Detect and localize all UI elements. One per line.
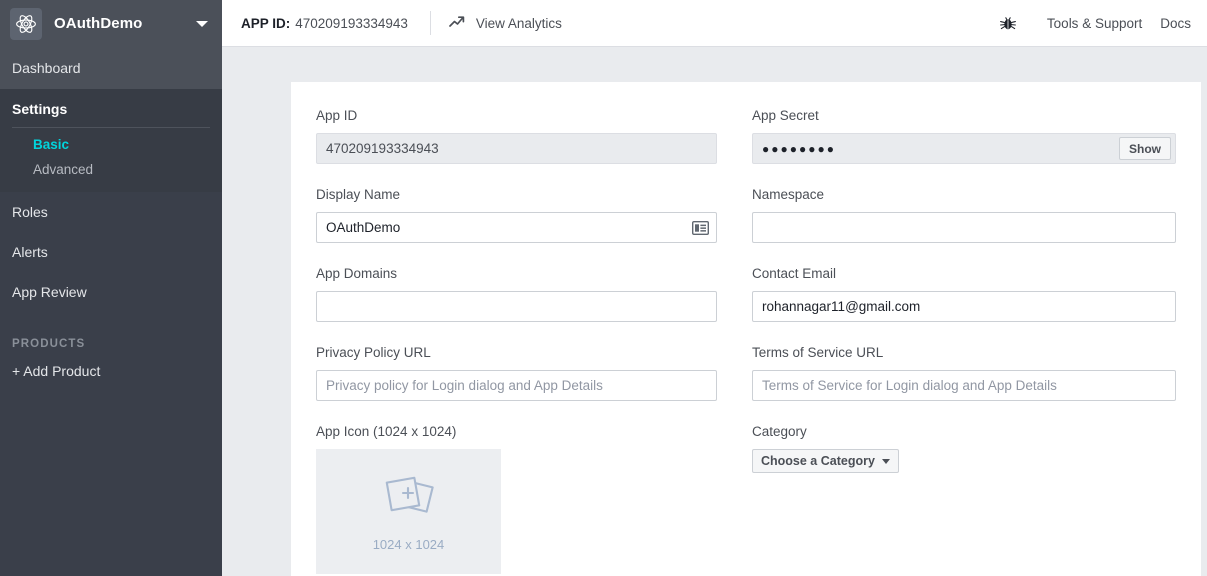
field-label: App Icon (1024 x 1024) — [316, 424, 457, 439]
appid-label: APP ID: — [241, 15, 291, 31]
divider — [12, 127, 210, 128]
content-area: App ID 470209193334943 App Secret ●●●●●●… — [222, 47, 1207, 576]
app-id-value: 470209193334943 — [326, 141, 439, 156]
appid-value: 470209193334943 — [295, 15, 408, 31]
app-secret-input[interactable]: ●●●●●●●● Show — [752, 133, 1176, 164]
sidebar-item-dashboard[interactable]: Dashboard — [0, 47, 222, 89]
field-display-name: Display Name OAuthDemo — [316, 187, 746, 243]
field-label: App Domains — [316, 266, 398, 281]
field-label: App ID — [316, 108, 358, 123]
topbar: APP ID: 470209193334943 View Analytics T… — [222, 0, 1207, 47]
field-contact-email: Contact Email rohannagar11@gmail.com — [746, 266, 1176, 322]
field-app-id: App ID 470209193334943 — [316, 108, 746, 164]
contact-email-input[interactable]: rohannagar11@gmail.com — [752, 291, 1176, 322]
field-terms-of-service-url: Terms of Service URL Terms of Service fo… — [746, 345, 1176, 401]
atom-icon — [10, 7, 42, 40]
docs-link[interactable]: Docs — [1160, 16, 1191, 31]
basic-settings-form: App ID 470209193334943 App Secret ●●●●●●… — [291, 82, 1201, 574]
sidebar-item-alerts[interactable]: Alerts — [0, 232, 222, 272]
field-app-domains: App Domains — [316, 266, 746, 322]
field-label: Privacy Policy URL — [316, 345, 431, 360]
trending-up-icon — [449, 15, 465, 32]
sidebar-item-app-review[interactable]: App Review — [0, 272, 222, 312]
view-analytics-link[interactable]: View Analytics — [449, 15, 562, 32]
bug-icon[interactable] — [999, 14, 1017, 32]
products-section-header: PRODUCTS — [12, 338, 86, 350]
show-secret-button[interactable]: Show — [1119, 137, 1171, 160]
contact-card-icon-svg — [692, 220, 709, 235]
trending-up-icon-svg — [449, 15, 465, 27]
field-label: Display Name — [316, 187, 401, 202]
bug-icon-svg — [1000, 17, 1016, 30]
sidebar-settings-section: Settings Basic Advanced — [0, 89, 222, 192]
field-label: App Secret — [752, 108, 819, 123]
chevron-down-icon — [881, 458, 890, 464]
field-label: Namespace — [752, 187, 825, 202]
sidebar: OAuthDemo Dashboard Settings Basic Advan… — [0, 0, 222, 576]
category-selected-value: Choose a Category — [761, 454, 875, 468]
privacy-policy-input[interactable]: Privacy policy for Login dialog and App … — [316, 370, 717, 401]
contact-card-icon[interactable] — [692, 220, 709, 235]
tools-support-link[interactable]: Tools & Support — [1047, 16, 1142, 31]
app-domains-input[interactable] — [316, 291, 717, 322]
add-photo-icon — [381, 472, 437, 527]
app-id-input[interactable]: 470209193334943 — [316, 133, 717, 164]
app-icon-size-label: 1024 x 1024 — [372, 536, 445, 552]
atom-icon-svg — [16, 14, 36, 33]
terms-of-service-input[interactable]: Terms of Service for Login dialog and Ap… — [752, 370, 1176, 401]
view-analytics-label: View Analytics — [475, 15, 562, 31]
field-app-secret: App Secret ●●●●●●●● Show — [746, 108, 1176, 164]
brand-name: OAuthDemo — [54, 15, 143, 32]
contact-email-value: rohannagar11@gmail.com — [762, 299, 921, 314]
display-name-value: OAuthDemo — [326, 220, 401, 235]
app-icon-upload[interactable]: 1024 x 1024 — [316, 449, 501, 574]
chevron-down-icon[interactable] — [196, 20, 208, 27]
divider — [429, 11, 431, 35]
category-dropdown[interactable]: Choose a Category — [752, 449, 899, 473]
add-product-button[interactable]: + Add Product — [0, 359, 222, 389]
terms-of-service-placeholder: Terms of Service for Login dialog and Ap… — [762, 378, 1057, 393]
field-category: Category Choose a Category — [746, 424, 1176, 574]
app-secret-value: ●●●●●●●● — [762, 141, 836, 156]
namespace-input[interactable] — [752, 212, 1176, 243]
settings-card: App ID 470209193334943 App Secret ●●●●●●… — [291, 82, 1201, 576]
field-label: Category — [752, 424, 807, 439]
add-photo-icon-svg — [385, 476, 434, 513]
nav-top-group: Dashboard — [0, 47, 222, 89]
display-name-input[interactable]: OAuthDemo — [316, 212, 717, 243]
sidebar-item-roles[interactable]: Roles — [0, 192, 222, 232]
topbar-right-group: Tools & Support Docs — [999, 14, 1207, 32]
field-namespace: Namespace — [746, 187, 1176, 243]
field-label: Contact Email — [752, 266, 837, 281]
app-root: OAuthDemo Dashboard Settings Basic Advan… — [0, 0, 1207, 576]
sidebar-item-advanced[interactable]: Advanced — [0, 157, 222, 182]
sidebar-item-settings[interactable]: Settings — [0, 89, 222, 127]
privacy-policy-placeholder: Privacy policy for Login dialog and App … — [326, 378, 603, 393]
brand-header[interactable]: OAuthDemo — [0, 0, 222, 47]
sidebar-item-basic[interactable]: Basic — [0, 132, 222, 157]
field-privacy-policy-url: Privacy Policy URL Privacy policy for Lo… — [316, 345, 746, 401]
nav-lower-group: Roles Alerts App Review PRODUCTS + Add P… — [0, 192, 222, 389]
field-label: Terms of Service URL — [752, 345, 884, 360]
field-app-icon: App Icon (1024 x 1024) 1024 x 1024 — [316, 424, 746, 574]
